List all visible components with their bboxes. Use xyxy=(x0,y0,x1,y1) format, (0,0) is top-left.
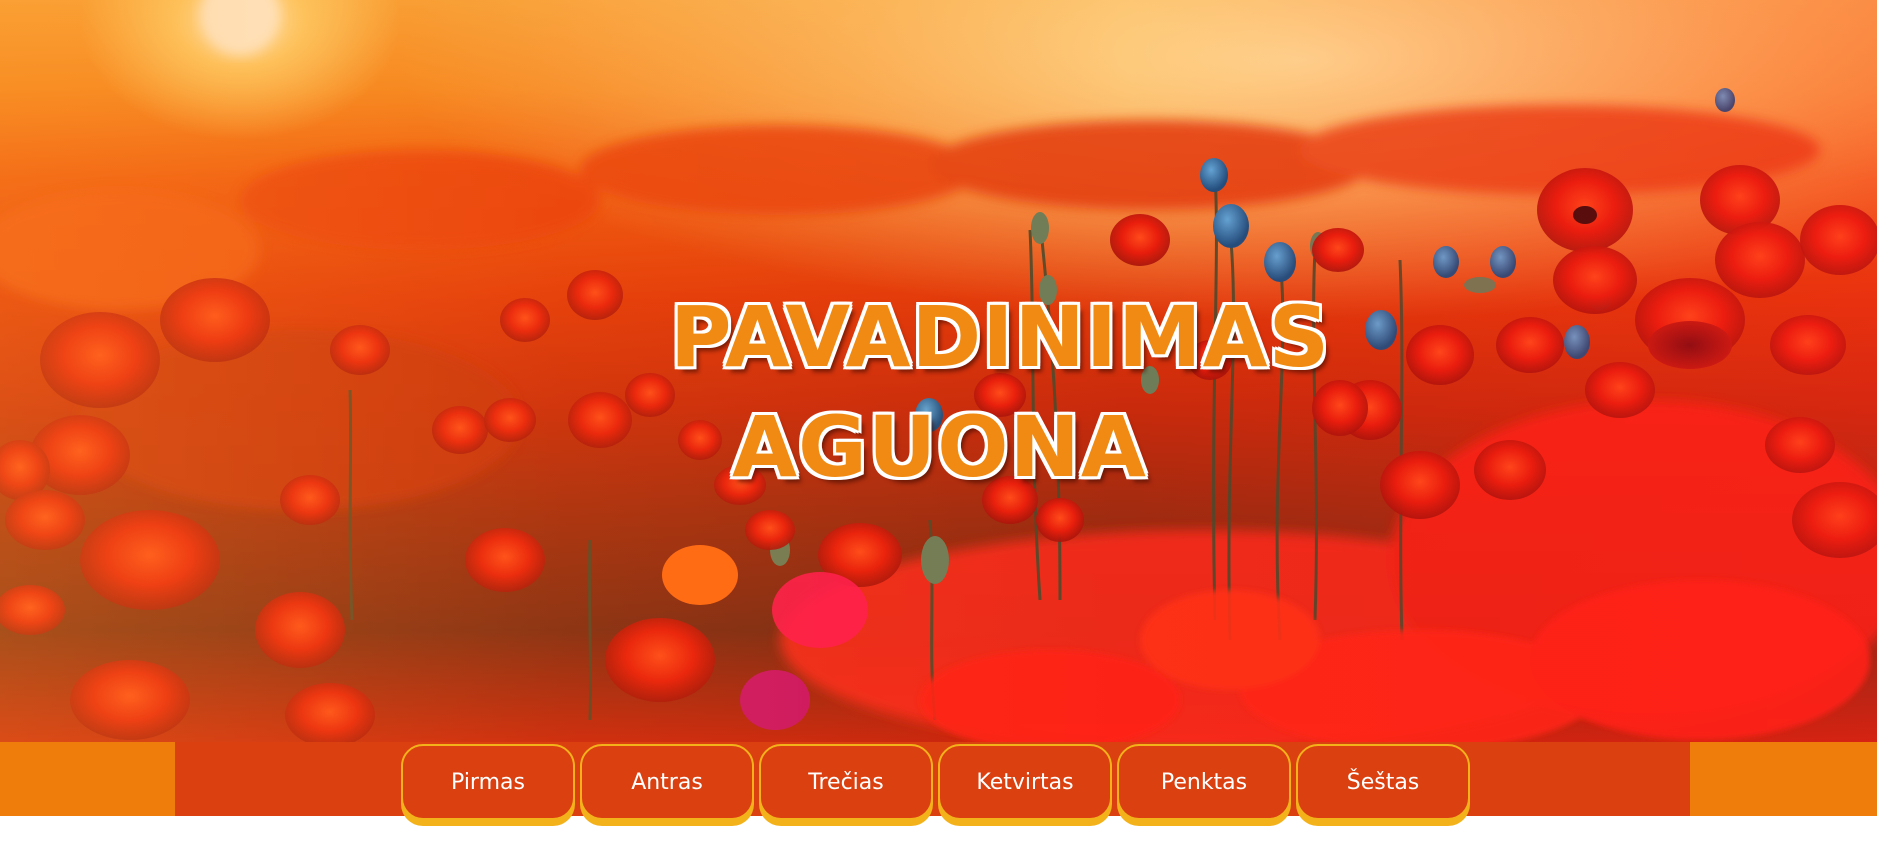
main-navigation: Pirmas Antras Trečias Ketvirtas Penktas … xyxy=(0,742,1877,820)
nav-item-ketvirtas[interactable]: Ketvirtas xyxy=(938,744,1112,820)
page: PAVADINIMAS AGUONA Pirmas Antras Trečias… xyxy=(0,0,1877,845)
hero-banner: PAVADINIMAS AGUONA xyxy=(0,0,1877,742)
nav-menu: Pirmas Antras Trečias Ketvirtas Penktas … xyxy=(401,744,1470,820)
nav-item-penktas[interactable]: Penktas xyxy=(1117,744,1291,820)
hero-title: PAVADINIMAS AGUONA xyxy=(670,282,1330,502)
hero-title-line1: PAVADINIMAS xyxy=(670,288,1331,386)
nav-item-sestas[interactable]: Šeštas xyxy=(1296,744,1470,820)
nav-item-antras[interactable]: Antras xyxy=(580,744,754,820)
nav-item-pirmas[interactable]: Pirmas xyxy=(401,744,575,820)
nav-item-trecias[interactable]: Trečias xyxy=(759,744,933,820)
hero-title-line2: AGUONA xyxy=(732,398,1147,496)
